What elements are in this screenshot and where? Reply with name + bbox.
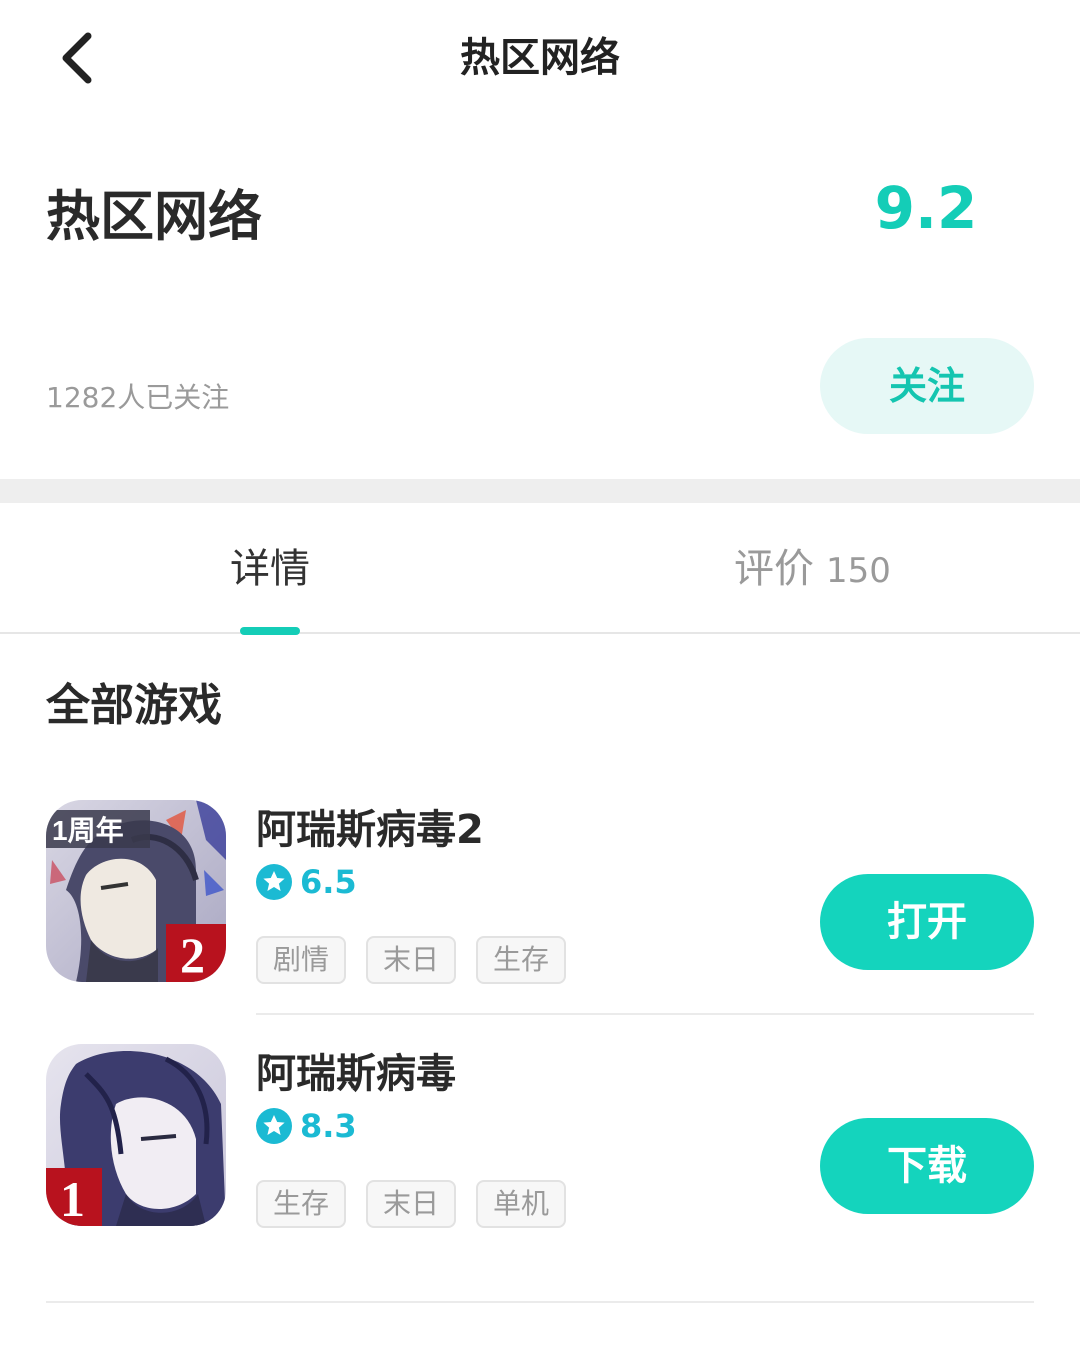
game-icon[interactable]: 1 [46, 1044, 226, 1226]
list-divider [46, 1301, 1034, 1303]
tab-reviews-label: 评价 [734, 546, 814, 592]
star-icon [256, 864, 292, 900]
rating-value: 8.3 [300, 1107, 357, 1145]
game-artwork-icon: 1周年 2 [46, 800, 226, 982]
review-count: 150 [826, 551, 891, 591]
game-icon[interactable]: 1周年 2 [46, 800, 226, 982]
tag[interactable]: 生存 [256, 1180, 346, 1228]
tag[interactable]: 末日 [366, 936, 456, 984]
game-artwork-icon: 1 [46, 1044, 226, 1226]
game-title[interactable]: 阿瑞斯病毒 [256, 1046, 456, 1102]
game-title[interactable]: 阿瑞斯病毒2 [256, 802, 484, 858]
star-icon [256, 1108, 292, 1144]
rating-value: 6.5 [300, 863, 357, 901]
tab-reviews[interactable]: 评价 150 [734, 541, 891, 599]
section-divider [0, 479, 1080, 503]
sequel-badge-text: 2 [180, 927, 205, 982]
developer-score: 9.2 [874, 174, 978, 242]
anniversary-banner-text: 1周年 [52, 814, 124, 846]
tab-details-label: 详情 [230, 546, 310, 592]
series-badge-text: 1 [60, 1171, 85, 1226]
download-button[interactable]: 下载 [820, 1118, 1034, 1214]
tag[interactable]: 末日 [366, 1180, 456, 1228]
follow-button[interactable]: 关注 [820, 338, 1034, 434]
tag[interactable]: 单机 [476, 1180, 566, 1228]
open-button[interactable]: 打开 [820, 874, 1034, 970]
top-nav-bar: 热区网络 [0, 0, 1080, 118]
developer-name: 热区网络 [46, 185, 262, 248]
nav-title: 热区网络 [460, 35, 620, 81]
game-list-item[interactable]: 1 阿瑞斯病毒 8.3 生存 末日 单机 下载 [0, 1044, 1080, 1230]
tab-bar: 详情 评价 150 [0, 503, 1080, 635]
tab-details[interactable]: 详情 [226, 541, 314, 597]
game-list-item[interactable]: 1周年 2 阿瑞斯病毒2 6.5 剧情 末日 生存 打开 [0, 800, 1080, 986]
tag[interactable]: 剧情 [256, 936, 346, 984]
list-divider [256, 1013, 1034, 1015]
all-games-heading: 全部游戏 [46, 680, 222, 731]
tag[interactable]: 生存 [476, 936, 566, 984]
follower-count: 1282人已关注 [46, 381, 230, 414]
active-tab-indicator [240, 627, 300, 635]
